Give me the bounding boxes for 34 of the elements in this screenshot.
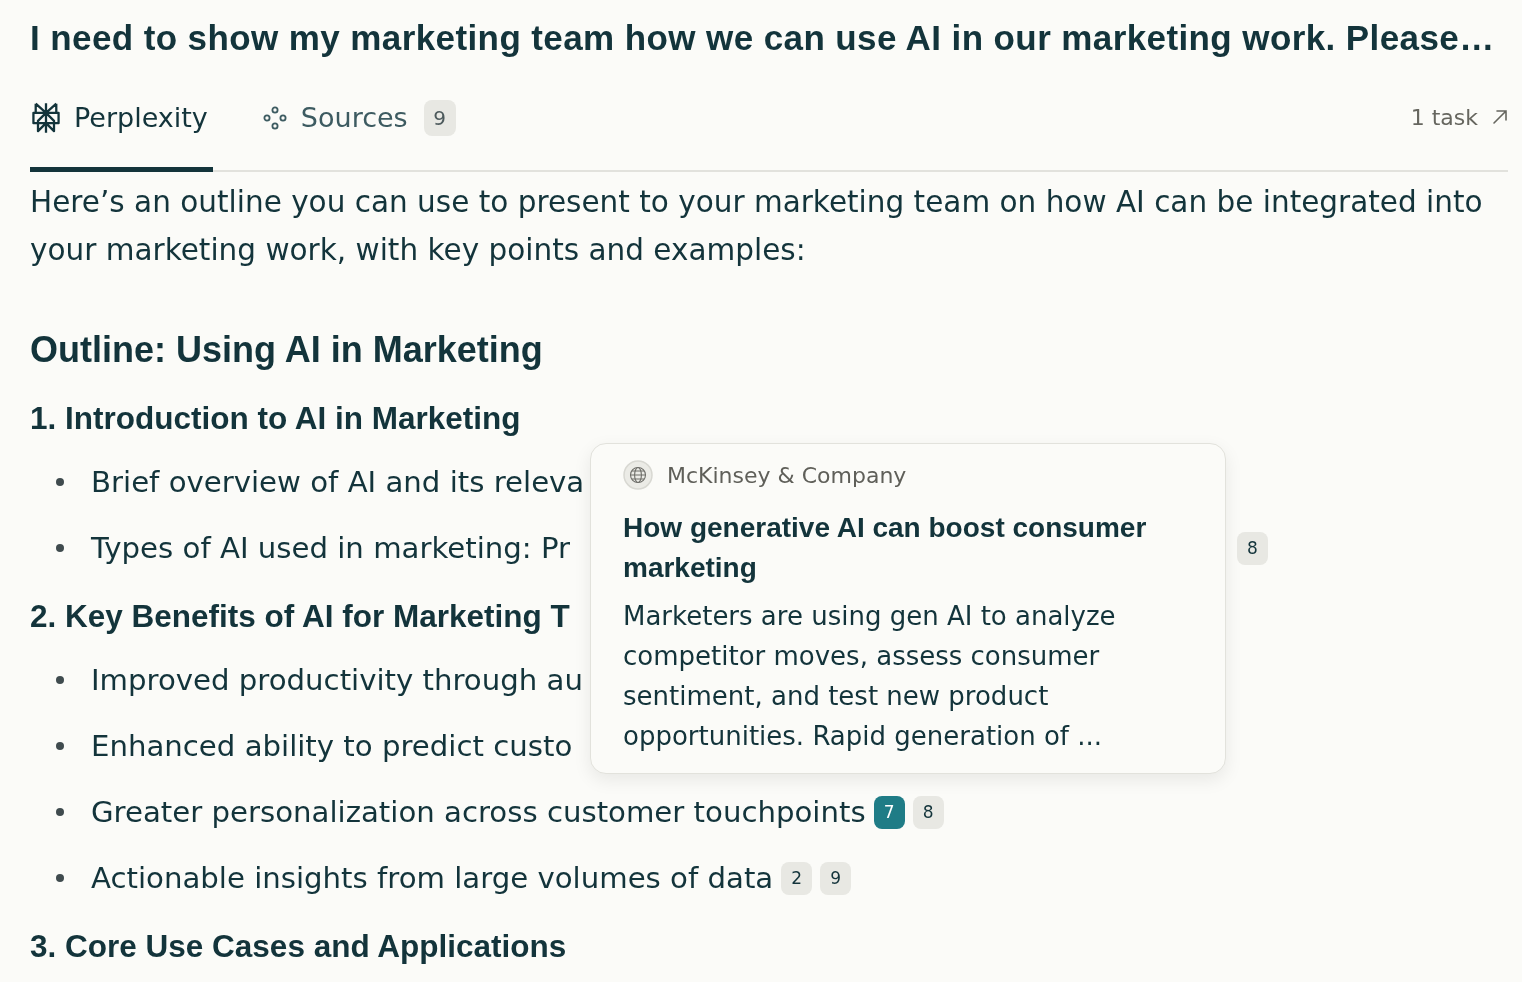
section-heading: 3. Core Use Cases and Applications (30, 927, 567, 966)
citation-chip[interactable]: 8 (912, 795, 944, 829)
bullet-icon (56, 874, 64, 882)
bullet-text: Greater personalization across customer touchpoints (91, 794, 866, 831)
citation-chip[interactable]: 2 (781, 861, 813, 895)
source-count: 9 (423, 99, 456, 136)
tasks-link[interactable]: 1 task (1410, 62, 1508, 170)
arrow-up-right-icon (1492, 109, 1508, 125)
bullet-text: Improved productivity through au (91, 662, 583, 699)
bullet-icon (56, 676, 64, 684)
citation-chip[interactable]: 8 (1237, 531, 1268, 565)
bullet-icon (56, 808, 64, 816)
question-title: I need to show my marketing team how we can use AI in our marketing work. Please… (30, 17, 1495, 59)
dots-icon (262, 105, 287, 130)
bullet-text: Brief overview of AI and its releva (91, 464, 585, 501)
source-site: McKinsey & Company (667, 462, 907, 488)
bullet-icon (56, 544, 64, 552)
citation-chip[interactable]: 7 (873, 795, 905, 829)
tab[interactable]: Sources 9 (260, 62, 461, 172)
bullet-text: Enhanced ability to predict custo (91, 728, 573, 765)
bullet-icon (56, 478, 64, 486)
answer-intro: Here’s an outline you can use to present to your marketing team on how AI can be integrated into your marketing work, with key points and examples: (30, 184, 1484, 269)
section-heading: 1. Introduction to AI in Marketing (30, 399, 521, 438)
source-title[interactable]: How generative AI can boost consumer marketing (623, 508, 1195, 588)
source-snippet: Marketers are using gen AI to analyze competitor moves, assess consumer sentiment, and test new product opportunities. Rapid generation of ... (623, 600, 1117, 753)
globe-icon (623, 460, 653, 490)
section-heading: 2. Key Benefits of AI for Marketing T (30, 597, 570, 636)
bullet-icon (56, 742, 64, 750)
outline-heading: Outline: Using AI in Marketing (30, 328, 543, 372)
tab[interactable]: Perplexity (30, 62, 213, 172)
bullet-text: Actionable insights from large volumes of data (91, 860, 774, 897)
logo-icon (32, 101, 60, 134)
bullet-text: Types of AI used in marketing: Pr (91, 530, 571, 567)
citation-chip[interactable]: 9 (820, 861, 852, 895)
